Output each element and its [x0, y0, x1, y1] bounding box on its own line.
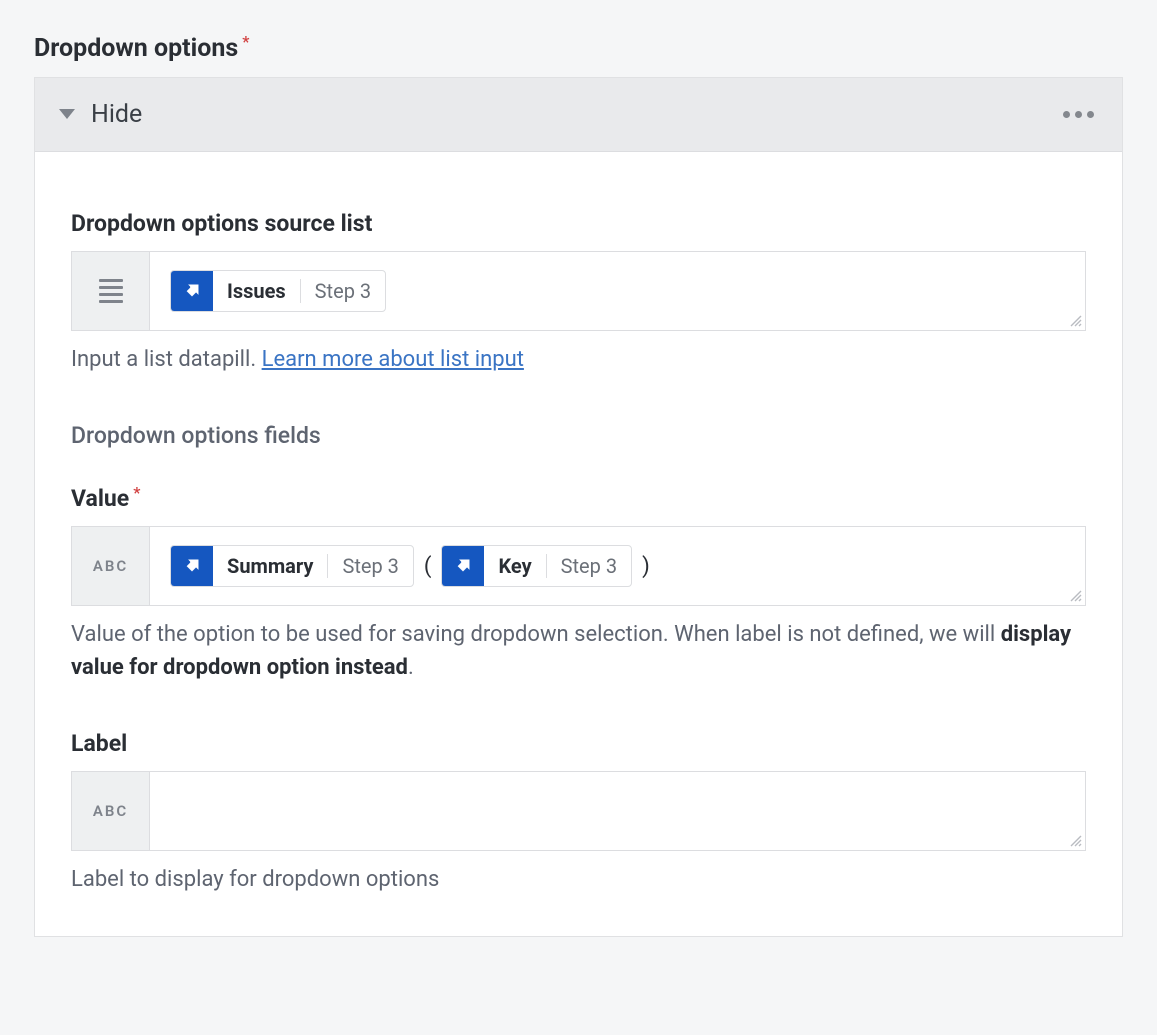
required-asterisk: *	[242, 32, 249, 51]
value-help-suffix: .	[408, 655, 414, 680]
text-type-icon: ABC	[72, 527, 150, 605]
value-content[interactable]: Summary Step 3 ( Key Step 3 )	[150, 527, 1085, 605]
source-list-content[interactable]: Issues Step 3	[150, 252, 1085, 330]
required-asterisk: *	[133, 483, 140, 502]
jira-icon	[442, 546, 484, 586]
datapill-summary[interactable]: Summary Step 3	[170, 545, 414, 587]
chevron-down-icon	[59, 102, 75, 127]
datapill-label: Issues	[213, 271, 300, 311]
datapill-label: Key	[484, 546, 545, 586]
label-field: Label ABC Label to display for dropdown …	[71, 730, 1086, 896]
jira-icon	[171, 546, 213, 586]
list-icon	[99, 279, 123, 303]
dot-icon	[1063, 111, 1070, 118]
panel-header: Hide	[35, 78, 1122, 152]
source-list-input[interactable]: Issues Step 3	[71, 251, 1086, 331]
label-help: Label to display for dropdown options	[71, 863, 1086, 896]
dot-icon	[1087, 111, 1094, 118]
section-title-row: Dropdown options *	[34, 34, 1123, 63]
source-list-help: Input a list datapill. Learn more about …	[71, 343, 1086, 376]
collapse-label: Hide	[91, 100, 142, 129]
value-input[interactable]: ABC Summary Step 3 (	[71, 526, 1086, 606]
close-paren: )	[640, 554, 652, 579]
datapill-step: Step 3	[547, 546, 631, 586]
datapill-label: Summary	[213, 546, 327, 586]
value-field: Value * ABC Summary Step 3 (	[71, 485, 1086, 684]
resize-handle-icon[interactable]	[1070, 315, 1082, 327]
label-input[interactable]: ABC	[71, 771, 1086, 851]
datapill-step: Step 3	[301, 271, 385, 311]
label-content[interactable]	[150, 772, 1085, 850]
abc-icon: ABC	[93, 557, 128, 575]
source-list-label: Dropdown options source list	[71, 210, 372, 237]
text-type-icon: ABC	[72, 772, 150, 850]
source-list-field: Dropdown options source list Issues	[71, 210, 1086, 376]
learn-more-link[interactable]: Learn more about list input	[262, 347, 524, 372]
jira-icon	[171, 271, 213, 311]
abc-icon: ABC	[93, 802, 128, 820]
dot-icon	[1075, 111, 1082, 118]
open-paren: (	[422, 554, 434, 579]
datapill-key[interactable]: Key Step 3	[441, 545, 632, 587]
label-label: Label	[71, 730, 127, 757]
help-text-prefix: Input a list datapill.	[71, 347, 262, 372]
collapse-toggle[interactable]: Hide	[59, 100, 142, 129]
value-help-prefix: Value of the option to be used for savin…	[71, 622, 1001, 647]
datapill-issues[interactable]: Issues Step 3	[170, 270, 386, 312]
value-help: Value of the option to be used for savin…	[71, 618, 1086, 684]
resize-handle-icon[interactable]	[1070, 835, 1082, 847]
datapill-step: Step 3	[328, 546, 412, 586]
options-panel: Hide Dropdown options source list	[34, 77, 1123, 937]
more-menu-button[interactable]	[1063, 111, 1094, 118]
panel-body: Dropdown options source list Issues	[35, 152, 1122, 936]
list-type-icon	[72, 252, 150, 330]
value-label: Value	[71, 485, 129, 512]
resize-handle-icon[interactable]	[1070, 590, 1082, 602]
section-title: Dropdown options	[34, 34, 238, 63]
fields-heading: Dropdown options fields	[71, 422, 1086, 449]
